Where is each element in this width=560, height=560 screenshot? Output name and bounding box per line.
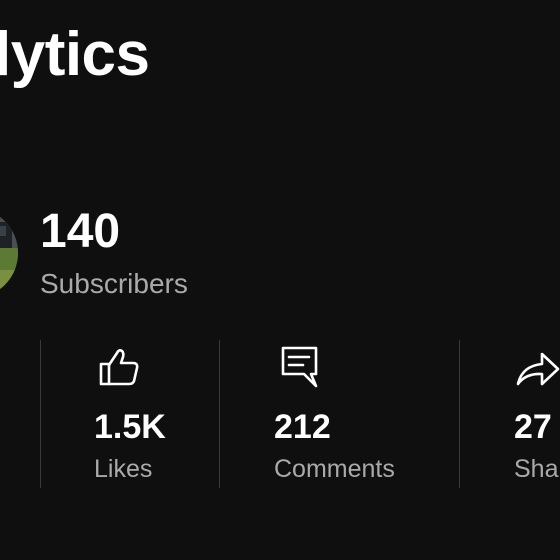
subscriber-count: 140 [40,205,121,258]
stat-divider [459,340,460,488]
likes-value: 1.5K [94,408,166,446]
share-icon [514,344,560,390]
comments-label: Comments [274,455,395,483]
thumbs-up-icon [96,344,142,390]
stat-divider [219,340,220,488]
page-title: alytics [0,20,150,89]
comments-value: 212 [274,408,331,446]
subscriber-label: Subscribers [40,268,188,299]
stat-divider [40,340,41,488]
comment-icon [278,344,324,390]
channel-avatar[interactable] [0,208,18,298]
analytics-screen: alytics 140 Subscribers 1.5K Likes 212 [0,0,560,560]
shares-label: Sha [514,455,559,483]
shares-value: 27 [514,408,552,446]
likes-label: Likes [94,455,153,483]
